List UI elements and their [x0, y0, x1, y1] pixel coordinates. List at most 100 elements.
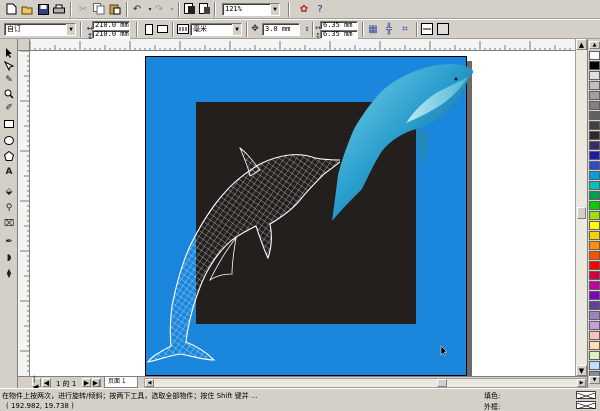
palette-swatch[interactable] — [589, 301, 600, 310]
vertical-scroll-thumb[interactable] — [577, 207, 586, 219]
palette-swatch[interactable] — [589, 51, 600, 60]
cut-icon[interactable]: ✂ — [76, 2, 90, 16]
text-tool-icon[interactable]: A — [2, 165, 16, 179]
export-icon[interactable] — [198, 2, 212, 16]
shape-tool-icon[interactable] — [2, 59, 16, 73]
page-height-field[interactable]: 210.0 mm — [92, 30, 130, 39]
palette-swatch[interactable] — [589, 71, 600, 80]
palette-swatch[interactable] — [589, 331, 600, 340]
options-icon[interactable] — [420, 22, 434, 36]
redo-dropdown-icon[interactable]: ▾ — [165, 2, 179, 16]
portrait-icon[interactable] — [142, 22, 156, 36]
palette-swatch[interactable] — [589, 361, 600, 370]
page-width-field[interactable]: 210.0 mm — [92, 21, 130, 30]
interactive-fill-icon[interactable]: ⬙ — [2, 185, 16, 199]
help-icon[interactable]: ? — [313, 2, 327, 16]
units-select[interactable]: 毫米 ▼ — [190, 23, 242, 36]
horizontal-scroll-thumb[interactable] — [437, 379, 447, 387]
palette-swatch[interactable] — [589, 351, 600, 360]
copy-icon[interactable] — [92, 2, 106, 16]
ellipse-tool-icon[interactable] — [2, 133, 16, 147]
palette-swatch[interactable] — [589, 101, 600, 110]
horizontal-scrollbar[interactable]: ◀ ▶ — [144, 378, 587, 388]
palette-swatch[interactable] — [589, 271, 600, 280]
palette-swatch[interactable] — [589, 91, 600, 100]
undo-icon[interactable]: ↶ — [130, 2, 144, 16]
scroll-left-icon[interactable]: ◀ — [145, 379, 154, 387]
next-page-icon[interactable]: ▶ — [82, 378, 91, 387]
print-icon[interactable] — [52, 2, 66, 16]
palette-swatch[interactable] — [589, 151, 600, 160]
snap-grid-icon[interactable]: ▦ — [366, 22, 380, 36]
zoom-tool-icon[interactable] — [2, 87, 16, 101]
outline-swatch[interactable] — [576, 401, 596, 410]
palette-up-icon[interactable]: ▲ — [589, 41, 600, 49]
palette-swatch[interactable] — [589, 161, 600, 170]
chevron-down-icon[interactable]: ▼ — [66, 24, 75, 35]
paper-preset-select[interactable]: 自订 ▼ — [4, 23, 76, 36]
palette-swatch[interactable] — [589, 181, 600, 190]
eyedropper-tool-icon[interactable]: ⚲ — [2, 201, 16, 215]
duplicate-y-field[interactable]: 6.35 mm — [320, 30, 358, 39]
scroll-up-icon[interactable]: ▲ — [576, 39, 587, 50]
landscape-icon[interactable] — [155, 22, 169, 36]
chevron-down-icon[interactable]: ▼ — [270, 4, 279, 15]
palette-swatch[interactable] — [589, 221, 600, 230]
prev-page-icon[interactable]: ◀ — [42, 378, 51, 387]
outline-tool-icon[interactable]: ✒ — [2, 235, 16, 249]
new-icon[interactable] — [4, 2, 18, 16]
ruler-corner[interactable] — [18, 39, 30, 51]
nudge-distance-field[interactable]: 3.0 mm — [262, 23, 300, 36]
rectangle-tool-icon[interactable] — [2, 117, 16, 131]
palette-swatch[interactable] — [589, 321, 600, 330]
palette-swatch[interactable] — [589, 261, 600, 270]
page-tab[interactable]: 页面 1 — [104, 377, 138, 388]
palette-swatch[interactable] — [589, 171, 600, 180]
snap-objects-icon[interactable]: ⌗ — [398, 22, 412, 36]
palette-swatch[interactable] — [589, 231, 600, 240]
scroll-down-icon[interactable]: ▼ — [576, 365, 587, 376]
duplicate-x-field[interactable]: 6.35 mm — [320, 21, 358, 30]
freehand-tool-icon[interactable]: ✐ — [2, 101, 16, 115]
last-page-icon[interactable]: ▶| — [92, 378, 101, 387]
palette-swatch[interactable] — [589, 191, 600, 200]
palette-swatch[interactable] — [589, 131, 600, 140]
shaded-dolphin[interactable] — [320, 59, 480, 229]
palette-down-icon[interactable]: ▼ — [589, 376, 600, 384]
snap-guides-icon[interactable]: ╬ — [382, 22, 396, 36]
mesh-tool-icon[interactable]: ⌧ — [2, 217, 16, 231]
open-icon[interactable] — [20, 2, 34, 16]
palette-swatch[interactable] — [589, 241, 600, 250]
save-icon[interactable] — [36, 2, 50, 16]
vertical-ruler[interactable] — [18, 51, 30, 376]
first-page-icon[interactable]: |◀ — [32, 375, 41, 391]
palette-swatch[interactable] — [589, 251, 600, 260]
palette-swatch[interactable] — [589, 341, 600, 350]
palette-swatch[interactable] — [589, 311, 600, 320]
palette-swatch[interactable] — [589, 141, 600, 150]
knife-tool-icon[interactable]: ✎ — [2, 73, 16, 87]
pick-tool-icon[interactable] — [2, 45, 16, 59]
import-icon[interactable] — [183, 2, 197, 16]
palette-swatch[interactable] — [589, 61, 600, 70]
chevron-down-icon[interactable]: ▼ — [232, 24, 241, 35]
page-options-icon[interactable] — [436, 22, 450, 36]
corel-icon[interactable]: ✿ — [297, 2, 311, 16]
wireframe-dolphin[interactable] — [140, 146, 340, 366]
zoom-level-field[interactable]: 121% ▼ — [222, 3, 280, 16]
fill-tool-icon[interactable]: ◗ — [2, 251, 16, 265]
fill-swatch[interactable] — [576, 391, 596, 400]
palette-swatch[interactable] — [589, 201, 600, 210]
vertical-scrollbar[interactable]: ▲ ▼ — [575, 39, 587, 376]
palette-swatch[interactable] — [589, 211, 600, 220]
palette-swatch[interactable] — [589, 81, 600, 90]
paste-icon[interactable] — [108, 2, 122, 16]
horizontal-ruler[interactable] — [30, 39, 575, 51]
palette-swatch[interactable] — [589, 291, 600, 300]
polygon-tool-icon[interactable] — [2, 149, 16, 163]
scroll-right-icon[interactable]: ▶ — [577, 379, 586, 387]
paint-bucket-icon[interactable]: ⧫ — [2, 267, 16, 281]
drawing-canvas[interactable] — [30, 51, 575, 376]
palette-swatch[interactable] — [589, 121, 600, 130]
redo-icon[interactable]: ↷ — [152, 2, 166, 16]
